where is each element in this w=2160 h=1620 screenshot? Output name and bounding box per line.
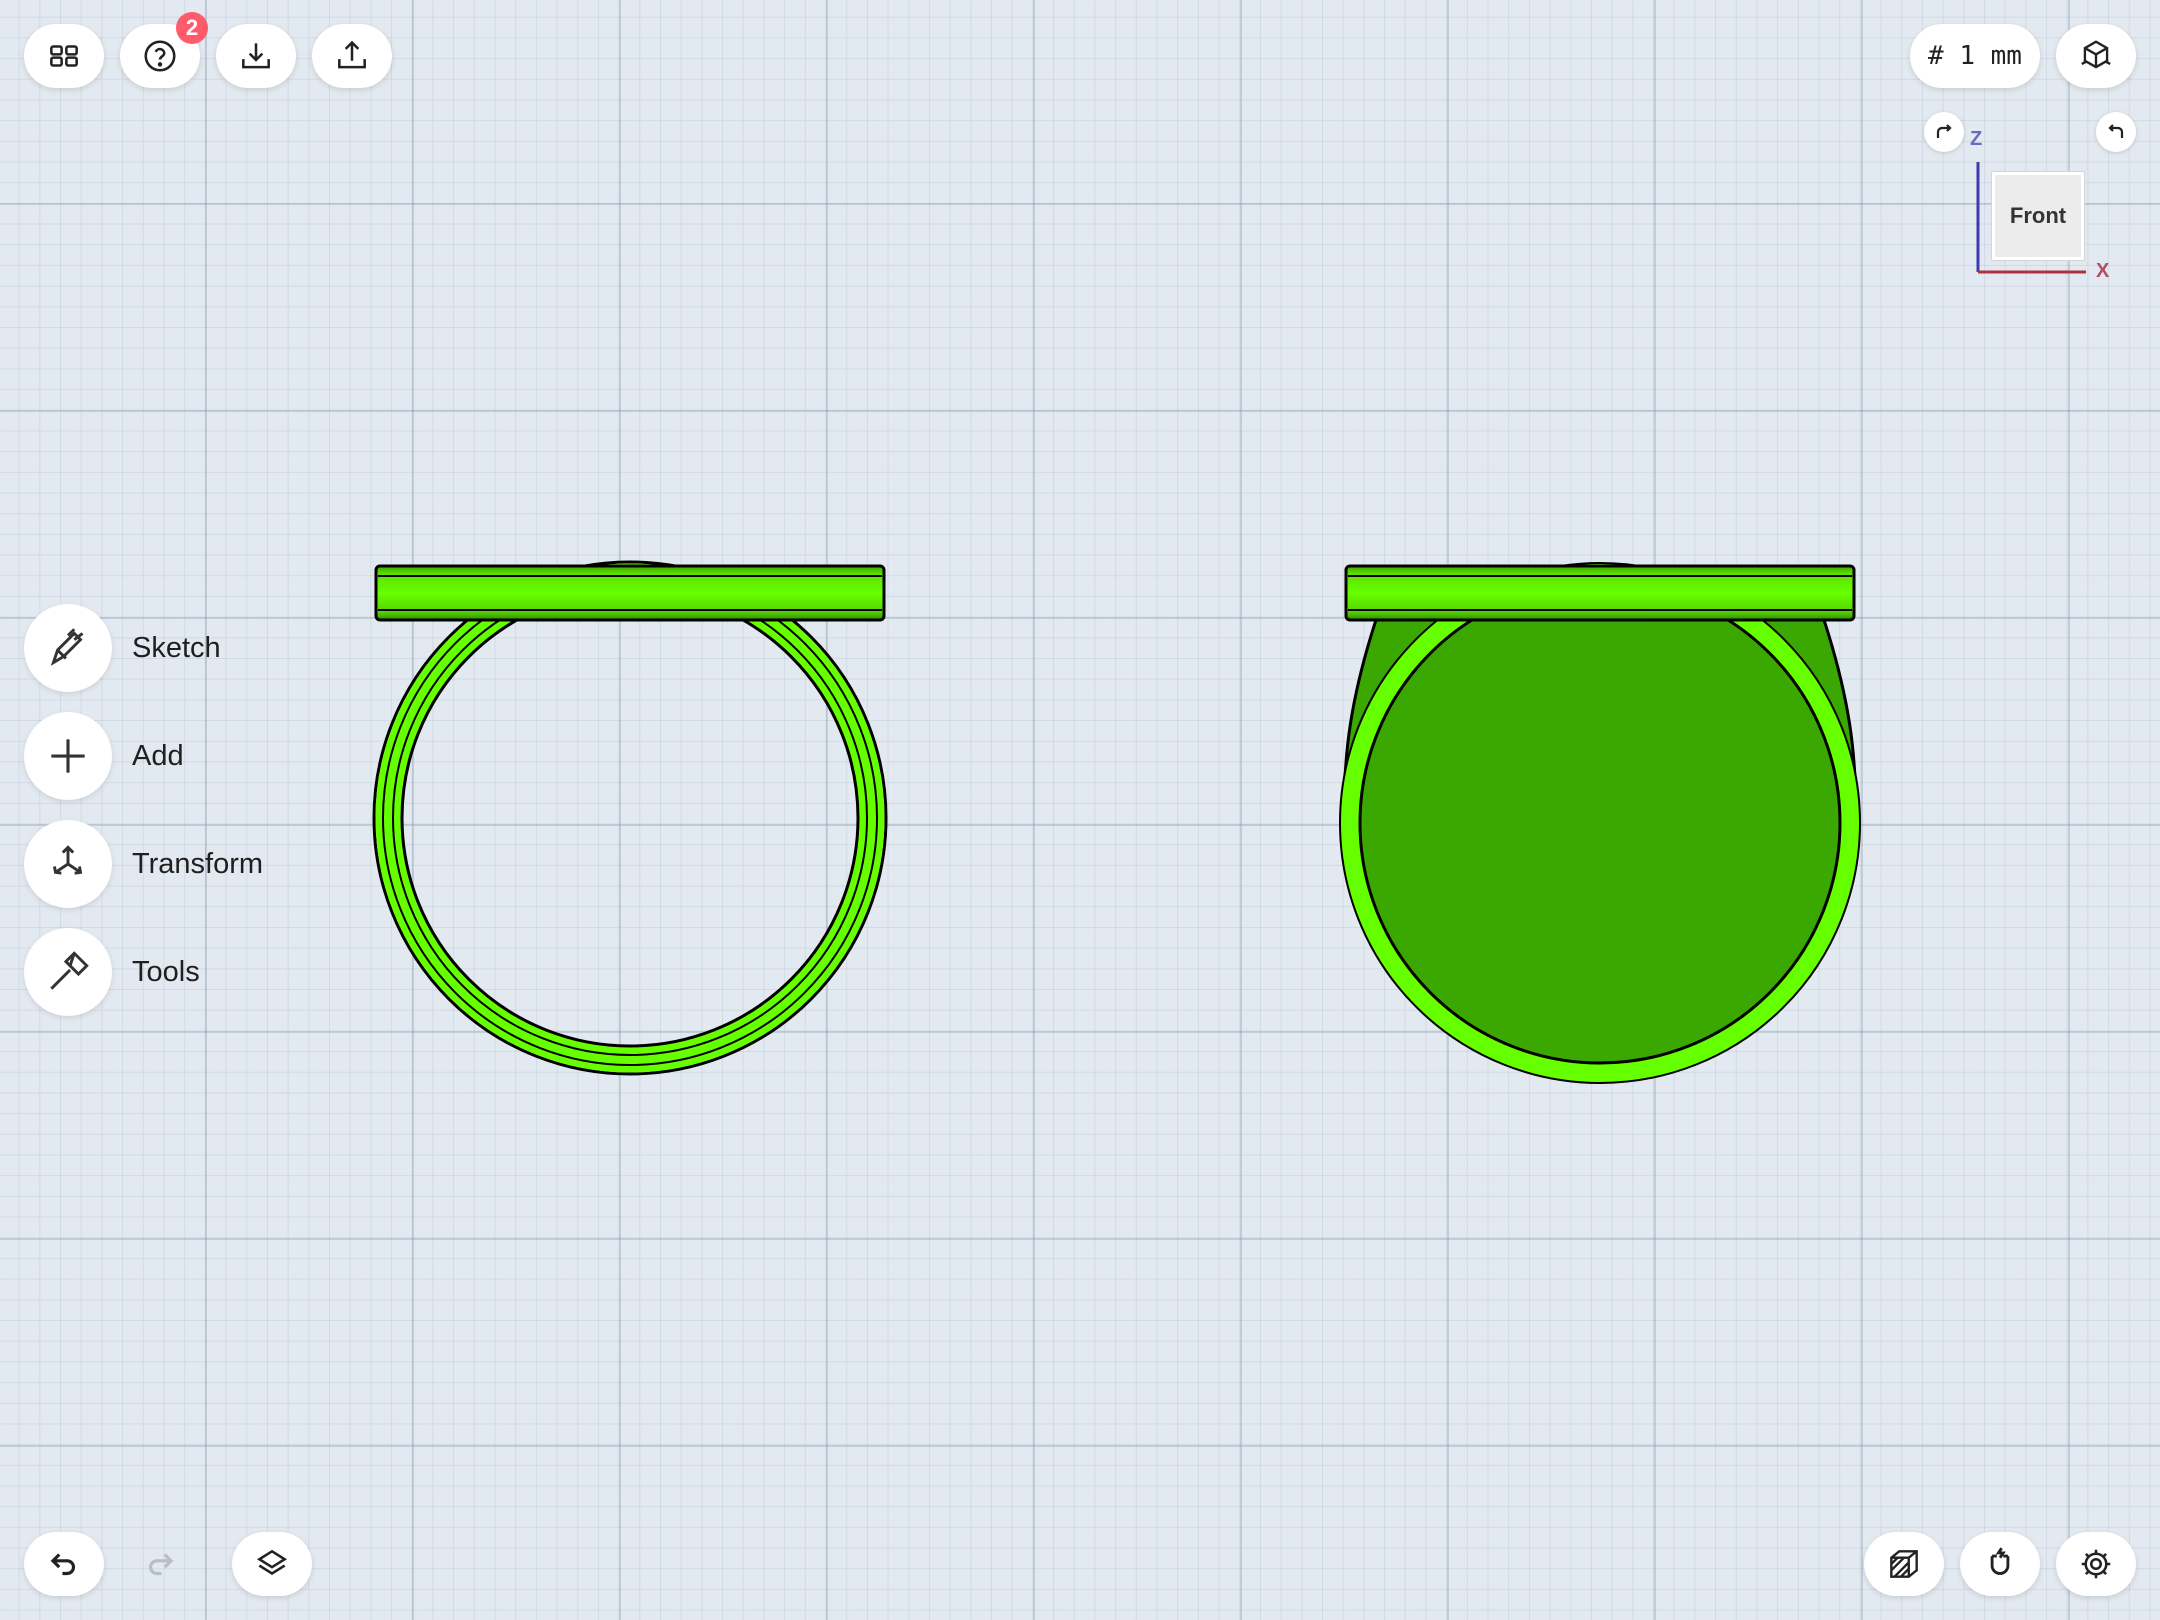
menu-label-add: Add: [132, 739, 184, 772]
snap-magnet-button[interactable]: [1960, 1532, 2040, 1596]
rotate-view-right-button[interactable]: [1924, 112, 1964, 152]
rotate-ccw-icon: [2108, 124, 2124, 138]
transform-arrows-icon: [53, 845, 83, 875]
hammer-icon: [50, 951, 89, 990]
export-button[interactable]: [312, 24, 392, 88]
ring-model-1[interactable]: [360, 550, 900, 1080]
rotate-view-left-button[interactable]: [2096, 112, 2136, 152]
redo-icon: [148, 1553, 174, 1576]
rotate-cw-icon: [1936, 124, 1952, 138]
grid-menu-button[interactable]: [24, 24, 104, 88]
grid-size-selector[interactable]: # 1 mm: [1910, 24, 2040, 88]
gear-icon: [2081, 1549, 2111, 1579]
pencil-icon: [50, 628, 84, 666]
ring-model-2[interactable]: [1330, 550, 1870, 1090]
settings-button[interactable]: [2056, 1532, 2136, 1596]
magnet-icon: [1990, 1547, 2010, 1575]
undo-icon: [50, 1553, 76, 1576]
section-view-button[interactable]: [1864, 1532, 1944, 1596]
plus-icon: [51, 739, 85, 773]
axis-z-label: Z: [1970, 128, 1983, 150]
undo-button[interactable]: [24, 1532, 104, 1596]
import-button[interactable]: [216, 24, 296, 88]
view-mode-button[interactable]: [2056, 24, 2136, 88]
layers-icon: [256, 1549, 288, 1575]
cube-perspective-icon: [2081, 40, 2111, 69]
layers-button[interactable]: [232, 1532, 312, 1596]
grid-icon: [50, 45, 78, 67]
download-tray-icon: [242, 43, 270, 69]
redo-button[interactable]: [120, 1532, 200, 1596]
menu-label-tools: Tools: [132, 955, 200, 988]
menu-item-transform[interactable]: Transform: [24, 820, 263, 908]
axis-x-label: X: [2096, 260, 2110, 282]
view-cube-front-face[interactable]: Front: [1992, 172, 2084, 260]
hatched-cube-icon: [1890, 1550, 1918, 1578]
menu-label-sketch: Sketch: [132, 631, 221, 664]
menu-item-tools[interactable]: Tools: [24, 928, 200, 1016]
question-mark-icon: [144, 40, 176, 72]
menu-item-sketch[interactable]: Sketch: [24, 604, 221, 692]
menu-item-add[interactable]: Add: [24, 712, 184, 800]
upload-tray-icon: [338, 40, 366, 69]
menu-label-transform: Transform: [132, 847, 264, 880]
notification-badge: 2: [176, 12, 208, 44]
